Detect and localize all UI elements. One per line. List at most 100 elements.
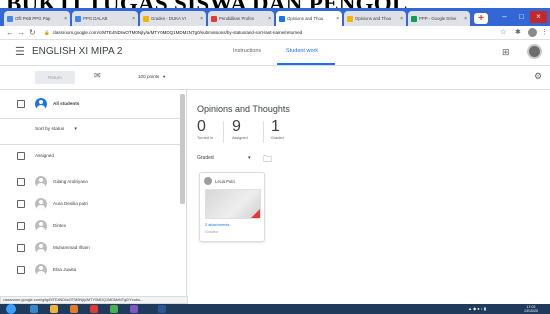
close-icon[interactable]: ×: [464, 16, 467, 22]
browser-tab-active[interactable]: Opinions and Thou ×: [276, 11, 342, 26]
start-button[interactable]: [6, 304, 16, 314]
browser-tab[interactable]: Pendidikan Profes ×: [208, 11, 274, 26]
tab-instructions[interactable]: Instructions: [233, 48, 261, 54]
url-field[interactable]: 🔒 classroom.google.com/c/MTE4NDIwOTM0NjIy…: [44, 28, 480, 38]
email-icon[interactable]: ✉: [94, 71, 101, 80]
window-close-icon[interactable]: ×: [530, 11, 547, 23]
browser-tab[interactable]: PPP - Google Drive ×: [408, 11, 470, 26]
list-item[interactable]: Dintex: [0, 216, 180, 238]
tab-student-work[interactable]: Student work: [286, 48, 318, 54]
app-icon[interactable]: [130, 305, 138, 313]
forward-icon[interactable]: →: [17, 28, 25, 38]
new-tab-button[interactable]: +: [474, 13, 488, 24]
account-avatar[interactable]: [527, 44, 542, 59]
system-tray[interactable]: ▲ ◆ ● ♪ ▮: [468, 306, 486, 311]
attachments-link[interactable]: 2 attachments: [205, 222, 229, 227]
list-item[interactable]: Elsa Juwita: [0, 260, 180, 282]
assignment-title: Opinions and Thoughts: [197, 104, 290, 114]
close-icon[interactable]: ×: [336, 16, 339, 22]
return-button[interactable]: Return: [35, 71, 75, 84]
app-icon[interactable]: [90, 305, 98, 313]
sort-row[interactable]: Sort by status ▾: [0, 120, 180, 142]
sort-label: Sort by status: [35, 127, 65, 132]
section-checkbox[interactable]: [17, 152, 25, 160]
list-item[interactable]: Muhammad Ilham: [0, 238, 180, 260]
more-menu-icon[interactable]: ⋮: [541, 28, 548, 38]
all-students-label: All students: [53, 101, 80, 106]
close-icon[interactable]: ×: [268, 16, 271, 22]
folder-icon[interactable]: [50, 305, 58, 313]
student-checkbox[interactable]: [17, 200, 25, 208]
submission-status: Graded: [205, 229, 218, 234]
assigned-section-row[interactable]: Assigned: [0, 146, 180, 168]
student-name: Gilang Andriyano: [53, 179, 88, 184]
classroom-header: ☰ ENGLISH XI MIPA 2 Instructions Student…: [0, 40, 550, 66]
student-name: Elsa Juwita: [53, 267, 77, 272]
section-label: Assigned: [35, 153, 54, 158]
url-text: classroom.google.com/c/MTE4NDIwOTM0NjIy/…: [52, 30, 303, 35]
chevron-down-icon: ▾: [74, 126, 77, 132]
status-filter-select[interactable]: Graded: [197, 155, 214, 161]
sort-select[interactable]: Sort by status ▾: [35, 126, 77, 132]
tab-label: Ofli PKB PPG Pap: [15, 16, 51, 21]
minimize-icon[interactable]: –: [496, 11, 513, 23]
hamburger-menu-icon[interactable]: ☰: [15, 45, 25, 58]
close-icon[interactable]: ×: [400, 16, 403, 22]
apps-grid-icon[interactable]: ⊞: [502, 47, 510, 58]
close-icon[interactable]: ×: [200, 16, 203, 22]
browser-tab-bar: Ofli PKB PPG Pap × PPG DALAB × Grades - …: [0, 8, 550, 26]
class-title[interactable]: ENGLISH XI MIPA 2: [32, 46, 122, 57]
student-checkbox[interactable]: [17, 244, 25, 252]
maximize-icon[interactable]: □: [513, 11, 530, 23]
gear-icon[interactable]: ⚙: [534, 71, 542, 82]
scrollbar[interactable]: [180, 94, 185, 204]
close-icon[interactable]: ×: [132, 16, 135, 22]
stat-number: 1: [271, 118, 280, 135]
student-name: Dintex: [53, 223, 67, 228]
media-icon[interactable]: [70, 305, 78, 313]
tab-favicon-icon: [411, 15, 417, 22]
student-checkbox[interactable]: [17, 222, 25, 230]
tab-label: Opinions and Thou: [355, 16, 392, 21]
tab-favicon-icon: [7, 15, 13, 22]
chevron-down-icon[interactable]: ▾: [248, 155, 251, 161]
tab-label: Grades - DUKA VI: [151, 16, 186, 21]
divider: [0, 144, 180, 145]
tab-favicon-icon: [211, 15, 217, 22]
list-item[interactable]: Aura Desilia putri: [0, 194, 180, 216]
student-list-sidebar: All students Sort by status ▾ Assigned Gi…: [0, 90, 187, 304]
folder-icon[interactable]: 🗀: [263, 152, 272, 168]
avatar: [35, 198, 47, 210]
browser-tab[interactable]: PPG DALAB ×: [72, 11, 138, 26]
student-checkbox[interactable]: [17, 266, 25, 274]
chrome-icon[interactable]: [110, 305, 118, 313]
word-icon[interactable]: [158, 305, 166, 313]
extension-icon[interactable]: ✱: [515, 28, 521, 38]
avatar: [35, 264, 47, 276]
tab-favicon-icon: [279, 15, 285, 22]
select-all-checkbox[interactable]: [17, 100, 25, 108]
back-icon[interactable]: ←: [6, 28, 14, 38]
browser-tab[interactable]: Grades - DUKA VI ×: [140, 11, 206, 26]
all-students-row[interactable]: All students: [0, 94, 180, 116]
attachment-thumbnail[interactable]: [205, 189, 261, 219]
profile-avatar[interactable]: [528, 28, 537, 37]
group-icon: [35, 98, 47, 110]
points-select[interactable]: 100 points ▾: [138, 74, 165, 80]
student-name: Muhammad Ilham: [53, 245, 90, 250]
stat-turned-in: 0 Turned in: [197, 118, 213, 140]
list-item[interactable]: Gilang Andriyano: [0, 172, 180, 194]
browser-tab[interactable]: Ofli PKB PPG Pap ×: [4, 11, 70, 26]
reload-icon[interactable]: ↻: [29, 28, 36, 38]
tab-label: PPP - Google Drive: [419, 16, 457, 21]
browser-tab[interactable]: Opinions and Thou ×: [344, 11, 406, 26]
star-icon[interactable]: ☆: [500, 28, 506, 38]
clock[interactable]: 17:02 13/10/20: [524, 305, 538, 313]
student-checkbox[interactable]: [17, 178, 25, 186]
close-icon[interactable]: ×: [64, 16, 67, 22]
grading-toolbar: Return ✉ 100 points ▾ ⚙: [0, 66, 550, 90]
stat-number: 0: [197, 118, 206, 135]
ie-icon[interactable]: [30, 305, 38, 313]
avatar: [204, 177, 212, 185]
submission-card[interactable]: Lecia Putri 2 attachments Graded: [199, 172, 265, 242]
